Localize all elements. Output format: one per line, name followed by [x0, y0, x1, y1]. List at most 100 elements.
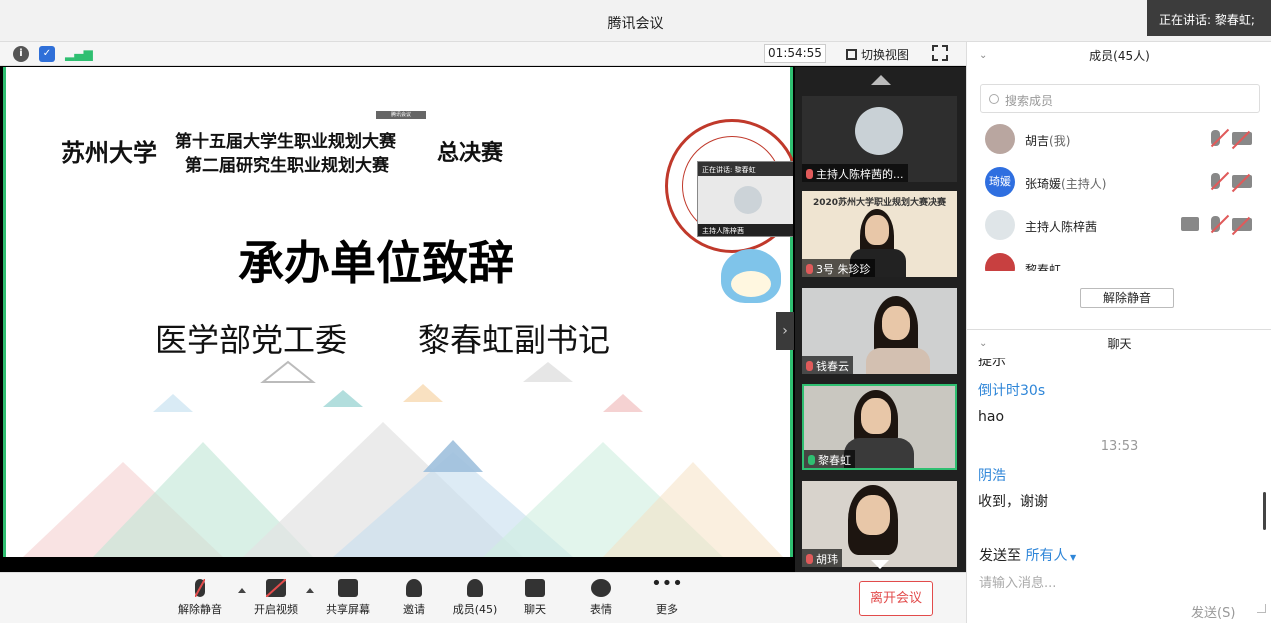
sharer-tag: 腾讯会议 [376, 111, 426, 119]
members-header: ⌄ 成员(45人) [967, 42, 1271, 70]
resize-handle-icon[interactable] [1257, 604, 1266, 613]
app-title: 腾讯会议 [607, 16, 664, 32]
speaker-pip[interactable]: 正在讲话: 黎春虹 主持人陈梓茜 [697, 161, 793, 237]
pip-avatar [734, 186, 762, 214]
member-name: 主持人陈梓茜 [1025, 220, 1098, 234]
mascot-image [721, 249, 781, 303]
fullscreen-icon[interactable] [932, 45, 948, 61]
chat-button[interactable]: 聊天 [502, 579, 568, 617]
tile-label: 钱春云 [816, 360, 849, 373]
video-gallery: 主持人陈梓茜的... 2020苏州大学职业规划大赛决赛 3号 朱珍珍 钱春云 黎… [795, 67, 966, 572]
camera-off-icon[interactable] [1231, 216, 1252, 235]
chat-message: hao [978, 409, 1005, 425]
chevron-down-icon[interactable]: ⌄ [979, 330, 987, 358]
gallery-scroll-down-icon[interactable] [871, 560, 889, 569]
slide-final: 总决赛 [437, 140, 504, 166]
tile-label: 主持人陈梓茜的... [816, 168, 904, 181]
mic-off-icon[interactable] [1210, 171, 1230, 191]
unmute-all-button[interactable]: 解除静音 [1080, 288, 1174, 308]
emoji-button[interactable]: 表情 [568, 579, 634, 617]
video-tile[interactable]: 胡玮 [802, 481, 957, 567]
tile-label: 胡玮 [816, 553, 838, 566]
emoji-icon [591, 579, 611, 597]
chat-sender: 阴浩 [978, 468, 1006, 484]
send-to-selector[interactable]: 发送至 所有人 ▼ [979, 545, 1076, 565]
chat-header: ⌄ 聊天 [967, 330, 1271, 358]
avatar: 琦媛 [985, 167, 1015, 197]
video-tile[interactable]: 钱春云 [802, 288, 957, 374]
gallery-toggle-button[interactable]: › [776, 312, 794, 350]
chat-sender: 倒计时30s [978, 383, 1046, 399]
member-name: 黎春虹 [1025, 263, 1062, 271]
caret-down-icon: ▼ [1067, 553, 1077, 562]
start-video-button[interactable]: 开启视频 [243, 579, 309, 617]
send-to-label: 发送至 [979, 548, 1021, 564]
chat-label: 聊天 [524, 603, 546, 616]
side-panel: ⌄ 成员(45人) 搜索成员 胡吉(我) 琦媛 张琦媛(主持人) 主持人陈梓茜 … [966, 42, 1271, 623]
mic-off-icon [806, 554, 813, 564]
video-options-caret[interactable] [306, 588, 314, 593]
speaking-indicator: 正在讲话: 黎春虹; [1147, 0, 1271, 36]
video-tile[interactable]: 2020苏州大学职业规划大赛决赛 3号 朱珍珍 [802, 191, 957, 277]
control-bar: 解除静音 开启视频 共享屏幕 邀请 成员(45) 聊天 表情 ••• 更多 离开… [0, 572, 966, 623]
share-screen-button[interactable]: 共享屏幕 [315, 579, 381, 617]
member-row[interactable]: 主持人陈梓茜 [967, 206, 1271, 246]
mic-off-icon[interactable] [1210, 214, 1230, 234]
camera-off-icon[interactable] [1231, 130, 1252, 149]
start-video-label: 开启视频 [254, 603, 298, 616]
switch-view-button[interactable]: 切换视图 [846, 46, 909, 63]
member-name: 胡吉 [1025, 134, 1050, 148]
invite-icon [406, 579, 422, 597]
member-row[interactable]: 胡吉(我) [967, 120, 1271, 160]
mic-off-icon [195, 579, 205, 597]
pip-bar: 正在讲话: 黎春虹 [698, 162, 793, 176]
members-button[interactable]: 成员(45) [442, 579, 508, 617]
avatar [985, 253, 1015, 271]
search-icon [989, 94, 999, 104]
chat-timestamp: 13:53 [1100, 439, 1139, 454]
gallery-scroll-up-icon[interactable] [871, 75, 891, 85]
avatar [855, 107, 903, 155]
signal-icon[interactable]: ▂▄▆ [65, 46, 93, 62]
members-title: 成员(45人) [1089, 49, 1150, 63]
info-icon[interactable]: i [13, 46, 29, 62]
mic-on-icon [808, 455, 815, 465]
chevron-down-icon[interactable]: ⌄ [979, 42, 987, 70]
more-label: 更多 [656, 603, 678, 616]
video-tile-active[interactable]: 黎春虹 [802, 384, 957, 470]
shared-screen: 腾讯会议 苏州大学 第十五届大学生职业规划大赛 第二届研究生职业规划大赛 总决赛… [3, 67, 793, 557]
members-label: 成员(45) [452, 603, 498, 616]
slide-university: 苏州大学 [61, 138, 157, 167]
camera-off-icon [266, 579, 286, 597]
more-button[interactable]: ••• 更多 [634, 573, 700, 617]
member-search-input[interactable]: 搜索成员 [980, 84, 1260, 113]
leave-meeting-button[interactable]: 离开会议 [859, 581, 933, 616]
shield-icon[interactable]: ✓ [39, 46, 55, 62]
search-placeholder: 搜索成员 [1005, 94, 1054, 108]
invite-button[interactable]: 邀请 [381, 579, 447, 617]
more-icon: ••• [651, 573, 683, 594]
unmute-label: 解除静音 [178, 603, 222, 616]
chat-input[interactable]: 请输入消息... [979, 572, 1056, 591]
send-button[interactable]: 发送(S) [1191, 602, 1235, 621]
slide-heading: 承办单位致辞 [238, 236, 514, 290]
chat-icon [525, 579, 545, 597]
chat-scrollbar[interactable] [1263, 492, 1266, 530]
pip-label: 主持人陈梓茜 [698, 224, 793, 236]
tile-label: 3号 朱珍珍 [816, 263, 871, 276]
slide-competition-2: 第二届研究生职业规划大赛 [185, 156, 389, 176]
meeting-toolbar: i ✓ ▂▄▆ 01:54:55 切换视图 [0, 42, 966, 66]
video-tile[interactable]: 主持人陈梓茜的... [802, 96, 957, 182]
avatar [985, 124, 1015, 154]
unmute-button[interactable]: 解除静音 [167, 579, 233, 617]
member-row[interactable]: 琦媛 张琦媛(主持人) [967, 163, 1271, 203]
switch-view-label: 切换视图 [861, 48, 910, 62]
camera-off-icon[interactable] [1231, 173, 1252, 192]
tile-banner: 2020苏州大学职业规划大赛决赛 [812, 198, 947, 208]
member-row[interactable]: 黎春虹 [967, 249, 1271, 271]
emoji-label: 表情 [590, 603, 612, 616]
chat-message: 收到，谢谢 [978, 494, 1048, 510]
switch-view-icon [846, 49, 857, 60]
triangle-decoration [23, 360, 783, 557]
mic-off-icon[interactable] [1210, 128, 1230, 148]
